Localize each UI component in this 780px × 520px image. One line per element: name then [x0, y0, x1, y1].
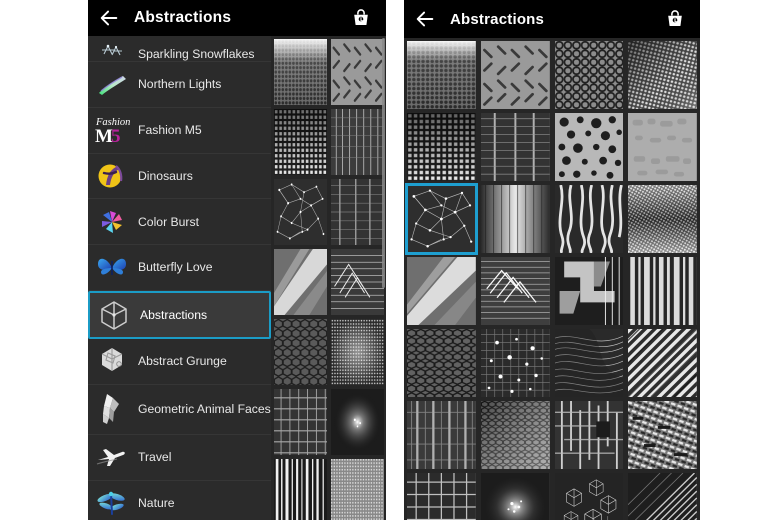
theme-sidebar[interactable]: Sparkling Snowflakes Northern Lights Fas…	[88, 36, 271, 520]
page-title: Abstractions	[450, 10, 545, 28]
sidebar-item-label: Dinosaurs	[138, 168, 193, 183]
thumbnail-vertical-bar-static[interactable]	[628, 257, 697, 325]
sidebar-item-color-burst[interactable]: Color Burst	[88, 199, 271, 246]
thumbnail-embossed-noise-plate[interactable]	[628, 113, 697, 181]
thumbnail-diagonal-hatch-weave[interactable]	[628, 329, 697, 397]
app-bar-left: Abstractions	[88, 0, 386, 36]
sidebar-item-travel[interactable]: Travel	[88, 435, 271, 481]
thumbnail-low-poly-network[interactable]	[274, 179, 327, 245]
sidebar-item-label: Sparkling Snowflakes	[138, 46, 255, 61]
sidebar-item-label: Abstract Grunge	[138, 354, 227, 369]
thumbnail-honeycomb-hex-mesh[interactable]	[407, 329, 476, 397]
sidebar-item-label: Abstractions	[140, 307, 208, 322]
svg-text:5: 5	[111, 126, 121, 146]
dinosaur-icon	[94, 159, 130, 193]
sidebar-item-fashion-m5[interactable]: Fashion M 5 Fashion M5	[88, 108, 271, 154]
thumbnail-vertical-streak-blur[interactable]	[331, 109, 384, 175]
thumbnail-wavy-vertical-ribbons[interactable]	[554, 185, 624, 253]
thumbnail-brick-dash-texture[interactable]	[628, 401, 697, 469]
sidebar-item-label: Travel	[138, 449, 172, 464]
sidebar-item-label: Color Burst	[138, 214, 199, 229]
thumbnail-diamond-plate-tread[interactable]	[331, 39, 384, 105]
fashion-m5-icon: Fashion M 5	[94, 113, 130, 147]
sidebar-item-label: Butterfly Love	[138, 260, 213, 275]
shopping-bag-icon[interactable]	[350, 7, 372, 29]
thumbnail-diagonal-light-sweep[interactable]	[274, 249, 327, 315]
app-bar-right: Abstractions	[404, 0, 700, 38]
page-title: Abstractions	[134, 9, 232, 26]
thumbnail-halftone-dot-gradient[interactable]	[274, 39, 327, 105]
arrow-left-icon[interactable]	[414, 8, 436, 30]
color-burst-icon	[94, 205, 130, 239]
thumbnail-diamond-plate-tread[interactable]	[480, 41, 550, 109]
airplane-icon	[94, 440, 130, 474]
cube-outline-icon	[96, 298, 132, 332]
phone-screenshot-right: Abstractions	[404, 0, 700, 520]
thumbnail-bar-code-stripes[interactable]	[274, 459, 327, 520]
sidebar-item-label: Fashion M5	[138, 123, 202, 137]
thumbnail-wireframe-cube-cluster[interactable]	[554, 473, 624, 520]
thumbnail-diagonal-light-sweep[interactable]	[407, 257, 476, 325]
thumbnail-fine-pixel-grid[interactable]	[331, 459, 384, 520]
sidebar-item-geometric-animal-faces[interactable]: Geometric Animal Faces	[88, 385, 271, 435]
thumbnail-rounded-square-grid[interactable]	[554, 41, 624, 109]
thumbnail-mountain-line-scan[interactable]	[480, 257, 550, 325]
screenshot-canvas: Abstractions Sparkling Snowflakes Northe…	[0, 0, 780, 520]
butterfly-icon	[94, 251, 130, 285]
thumbnail-plaid-line-grid[interactable]	[480, 113, 550, 181]
thumbnail-thin-line-lattice[interactable]	[407, 473, 476, 520]
geometric-animal-icon	[94, 392, 130, 426]
thumbnail-square-dot-grid[interactable]	[274, 109, 327, 175]
thumbnail-vertical-streak-blur[interactable]	[480, 185, 550, 253]
shopping-bag-icon[interactable]	[664, 8, 686, 30]
sidebar-item-abstract-grunge[interactable]: Abstract Grunge	[88, 339, 271, 385]
thumbnail-broken-grid-lines[interactable]	[554, 401, 624, 469]
aurora-icon	[94, 67, 130, 101]
thumbnail-low-poly-network-selected[interactable]	[405, 183, 478, 255]
thumbnail-dense-micro-dots[interactable]	[331, 319, 384, 385]
thumbnail-diagonal-ridge-fan[interactable]	[628, 473, 697, 520]
sidebar-item-label: Northern Lights	[138, 77, 222, 92]
thumbnail-bubble-circle-scatter[interactable]	[554, 113, 624, 181]
thumbnail-flowing-wave-contour[interactable]	[554, 329, 624, 397]
thumbnail-honeycomb-hex-mesh[interactable]	[274, 319, 327, 385]
dragonfly-icon	[94, 486, 130, 520]
thumbnail-radial-burst-glow[interactable]	[480, 473, 550, 520]
thumbnail-curved-dot-moire[interactable]	[628, 41, 697, 109]
thumbnail-plaid-grid-2[interactable]	[274, 389, 327, 455]
arrow-left-icon[interactable]	[98, 7, 120, 29]
sidebar-item-sparkling-snowflakes[interactable]: Sparkling Snowflakes	[88, 36, 271, 62]
vertical-scrollbar[interactable]	[382, 38, 385, 288]
thumbnail-hex-bubble-gradient[interactable]	[480, 401, 550, 469]
right-phone-body	[404, 38, 700, 520]
thumbnail-blurred-plaid-grid[interactable]	[407, 401, 476, 469]
thumbnail-radial-burst-glow[interactable]	[331, 389, 384, 455]
thumbnail-starfield-mesh-grid[interactable]	[480, 329, 550, 397]
thumbnail-crosshatch-line-weave[interactable]	[331, 249, 384, 315]
thumbnail-speckle-noise-field[interactable]	[628, 185, 697, 253]
thumbnail-angular-block-slice[interactable]	[554, 257, 624, 325]
sidebar-item-dinosaurs[interactable]: Dinosaurs	[88, 154, 271, 200]
pattern-grid[interactable]	[404, 38, 700, 520]
left-phone-body: Sparkling Snowflakes Northern Lights Fas…	[88, 36, 386, 520]
sidebar-item-label: Geometric Animal Faces	[138, 402, 271, 417]
grunge-cube-icon	[94, 344, 130, 378]
thumbnail-plaid-line-grid[interactable]	[331, 179, 384, 245]
sidebar-item-northern-lights[interactable]: Northern Lights	[88, 62, 271, 108]
thumbnail-halftone-dot-gradient[interactable]	[407, 41, 476, 109]
phone-screenshot-left: Abstractions Sparkling Snowflakes Northe…	[88, 0, 386, 520]
sidebar-item-butterfly-love[interactable]: Butterfly Love	[88, 245, 271, 291]
left-thumbnail-strip[interactable]	[271, 36, 386, 520]
sidebar-item-label: Nature	[138, 495, 175, 510]
sidebar-item-nature[interactable]: Nature	[88, 481, 271, 520]
sidebar-item-abstractions[interactable]: Abstractions	[88, 290, 271, 339]
thumbnail-square-dot-grid[interactable]	[407, 113, 476, 181]
snowflake-icon	[94, 39, 130, 61]
